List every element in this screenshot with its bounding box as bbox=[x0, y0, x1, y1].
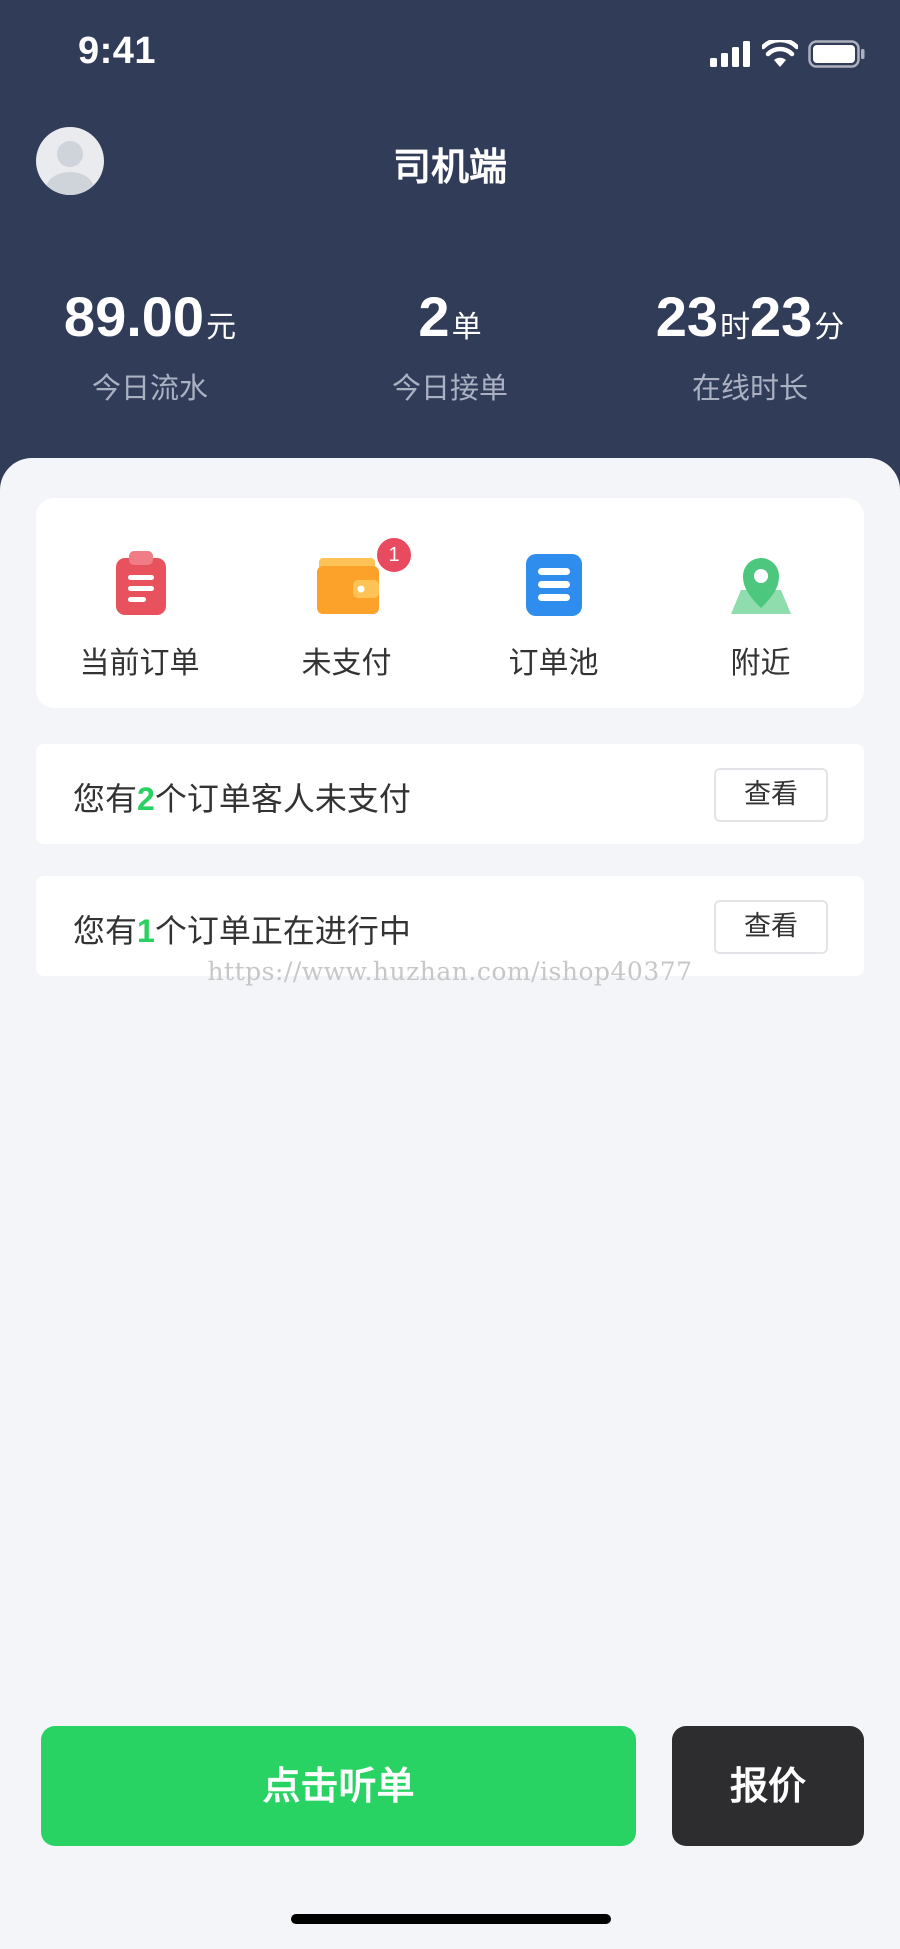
online-label: 在线时长 bbox=[691, 371, 808, 405]
page-title: 司机端 bbox=[392, 145, 507, 189]
wallet-icon bbox=[317, 558, 379, 614]
notice-suffix: 个订单正在进行中 bbox=[154, 912, 411, 950]
online-minutes-unit: 分 bbox=[814, 310, 845, 345]
watermark: https://www.huzhan.com/ishop40377 bbox=[207, 957, 693, 986]
notice-suffix: 个订单客人未支付 bbox=[154, 780, 411, 818]
stats-row: 89.00 元 今日流水 2 单 今日接单 23 时 23 分 在线时长 bbox=[0, 275, 900, 407]
unpaid-badge: 1 bbox=[375, 536, 413, 574]
stat-revenue: 89.00 元 今日流水 bbox=[0, 275, 300, 407]
revenue-unit: 元 bbox=[206, 310, 237, 345]
notice-prefix: 您有 bbox=[73, 912, 138, 950]
header: 9:41 司机端 89.00 元 今日流水 2 单 今日接单 23 时 23 分… bbox=[0, 0, 900, 490]
menu-label-nearby: 附近 bbox=[730, 646, 791, 681]
online-hours: 23 bbox=[655, 285, 718, 348]
notice-prefix: 您有 bbox=[73, 780, 138, 818]
status-icons bbox=[710, 40, 866, 68]
online-minutes: 23 bbox=[750, 285, 813, 348]
unpaid-count: 2 bbox=[137, 781, 155, 817]
clipboard-icon bbox=[116, 551, 166, 615]
status-time: 9:41 bbox=[78, 30, 157, 72]
revenue-label: 今日流水 bbox=[91, 371, 208, 405]
list-icon bbox=[526, 554, 582, 616]
menu-label-order-pool: 订单池 bbox=[508, 646, 599, 681]
menu-label-current-orders: 当前订单 bbox=[79, 646, 200, 681]
battery-icon bbox=[808, 40, 865, 68]
notice-unpaid-text: 您有2个订单客人未支付 bbox=[73, 774, 411, 820]
stat-orders: 2 单 今日接单 bbox=[300, 275, 600, 407]
home-indicator bbox=[291, 1914, 611, 1924]
menu-label-unpaid: 未支付 bbox=[301, 646, 392, 681]
orders-unit: 单 bbox=[451, 310, 482, 345]
orders-value: 2 bbox=[418, 285, 450, 348]
wifi-icon bbox=[762, 40, 798, 67]
view-in-progress-button[interactable]: 查看 bbox=[714, 900, 828, 954]
view-unpaid-button[interactable]: 查看 bbox=[714, 768, 828, 822]
quote-button[interactable]: 报价 bbox=[672, 1726, 864, 1846]
menu-item-current-orders[interactable]: 当前订单 bbox=[36, 498, 243, 708]
orders-label: 今日接单 bbox=[391, 371, 508, 405]
menu-card: 当前订单 1 未支付 订单池 附近 bbox=[36, 498, 864, 708]
signal-icon bbox=[710, 41, 750, 67]
menu-item-nearby[interactable]: 附近 bbox=[657, 498, 864, 708]
listen-orders-button[interactable]: 点击听单 bbox=[41, 1726, 636, 1846]
driver-home-screen: 9:41 司机端 89.00 元 今日流水 2 单 今日接单 23 时 23 分… bbox=[0, 0, 900, 1949]
map-pin-icon bbox=[731, 558, 791, 614]
in-progress-count: 1 bbox=[137, 913, 155, 949]
online-hours-unit: 时 bbox=[720, 310, 750, 345]
notice-unpaid: 您有2个订单客人未支付 查看 bbox=[36, 744, 864, 844]
notice-in-progress-text: 您有1个订单正在进行中 bbox=[73, 906, 411, 952]
revenue-value: 89.00 bbox=[63, 285, 205, 348]
menu-item-unpaid[interactable]: 1 未支付 bbox=[243, 498, 450, 708]
stat-online-time: 23 时 23 分 在线时长 bbox=[600, 275, 900, 407]
menu-item-order-pool[interactable]: 订单池 bbox=[450, 498, 657, 708]
